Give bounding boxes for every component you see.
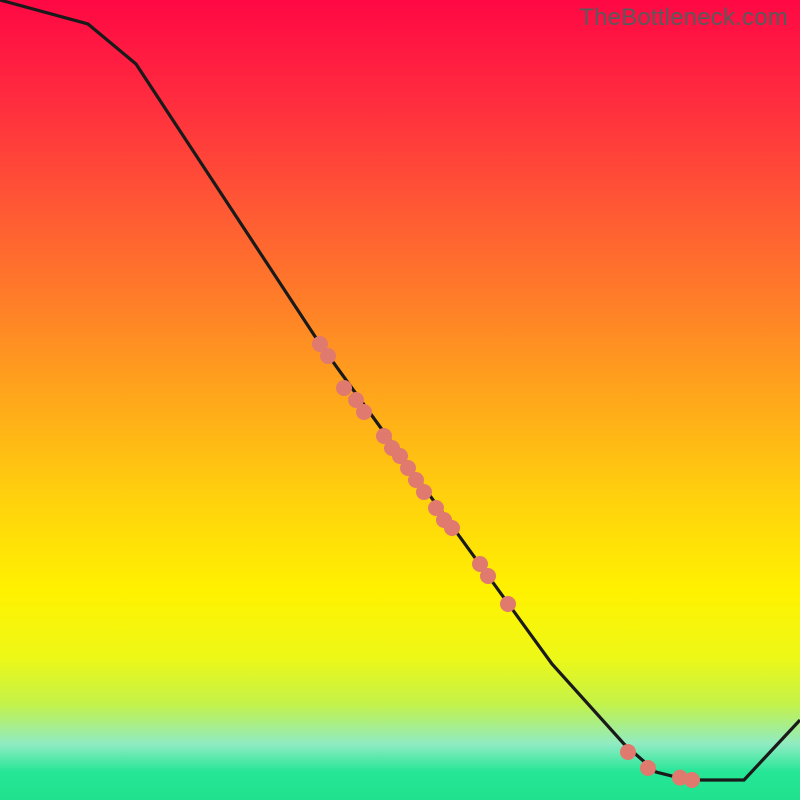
data-point bbox=[480, 568, 496, 584]
data-point bbox=[500, 596, 516, 612]
data-point bbox=[620, 744, 636, 760]
data-point bbox=[684, 772, 700, 788]
data-point bbox=[356, 404, 372, 420]
bottleneck-chart: TheBottleneck.com bbox=[0, 0, 800, 800]
data-point bbox=[640, 760, 656, 776]
data-point bbox=[444, 520, 460, 536]
watermark-label: TheBottleneck.com bbox=[579, 4, 788, 32]
data-point bbox=[336, 380, 352, 396]
chart-overlay bbox=[0, 0, 800, 800]
data-point bbox=[320, 348, 336, 364]
bottleneck-curve bbox=[0, 0, 800, 780]
data-point bbox=[416, 484, 432, 500]
data-points bbox=[312, 336, 700, 788]
